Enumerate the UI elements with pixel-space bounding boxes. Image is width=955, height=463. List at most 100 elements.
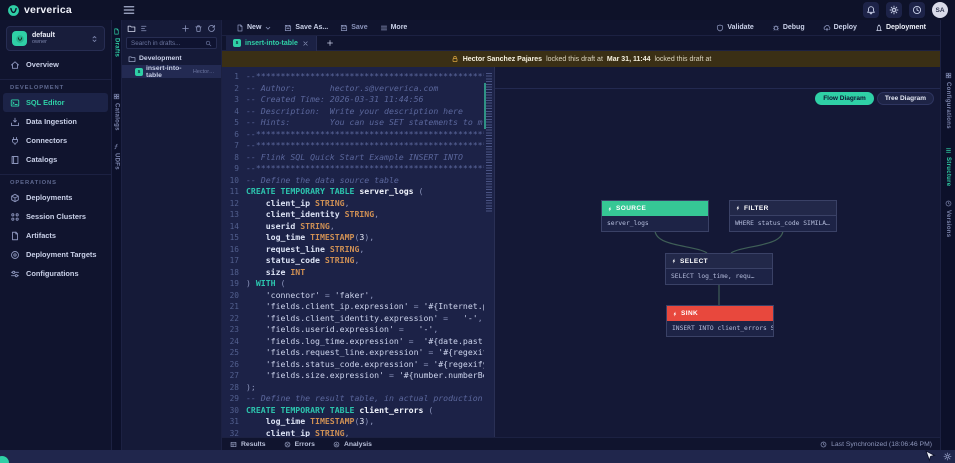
- source-node[interactable]: SOURCE server_logs: [601, 200, 709, 232]
- more-button[interactable]: More: [374, 24, 414, 32]
- statusbar-tab-results[interactable]: Results: [230, 441, 266, 448]
- line-number: 4: [234, 106, 239, 116]
- close-icon[interactable]: [302, 40, 309, 47]
- statusbar-tab-analysis[interactable]: Analysis: [333, 441, 372, 448]
- flow-diagram-button[interactable]: Flow Diagram: [815, 92, 874, 105]
- lock-icon: [451, 55, 459, 63]
- sidebar-item-label: Deployments: [26, 193, 73, 202]
- settings-gear-icon[interactable]: [943, 452, 952, 461]
- right-rail-tab-structure[interactable]: Structure: [945, 147, 952, 186]
- node-header: SELECT: [666, 254, 772, 269]
- code-line: 6 --*************************************…: [222, 129, 484, 141]
- search-icon: [205, 40, 212, 47]
- settings-button[interactable]: [886, 2, 902, 18]
- sidebar-item-label: Catalogs: [26, 155, 58, 164]
- drafts-panel: Search in drafts... Development s insert…: [122, 20, 222, 450]
- line-number: 20: [229, 290, 239, 300]
- code-text: client_ip STRING,: [246, 427, 350, 438]
- more-icon: [380, 24, 388, 32]
- left-rail-tab-udfs[interactable]: UDFs: [113, 143, 120, 170]
- new-tab-icon[interactable]: [326, 39, 334, 47]
- new-button[interactable]: New: [230, 24, 278, 32]
- tree-folder-development[interactable]: Development: [122, 52, 221, 65]
- chat-bubble[interactable]: [0, 456, 9, 463]
- sidebar-item-deployment-targets[interactable]: Deployment Targets: [3, 245, 108, 264]
- sidebar-item-connectors[interactable]: Connectors: [3, 131, 108, 150]
- sql-code-editor[interactable]: 1 --*************************************…: [222, 67, 484, 437]
- code-text: 'fields.log_time.expression' = '#{date.p…: [246, 335, 483, 346]
- sidebar-item-artifacts[interactable]: Artifacts: [3, 226, 108, 245]
- left-rail-tab-drafts[interactable]: Drafts: [113, 28, 120, 57]
- user-avatar[interactable]: SA: [932, 2, 948, 18]
- right-rail-tab-versions[interactable]: Versions: [945, 200, 952, 238]
- code-line: 7 --*************************************…: [222, 140, 484, 152]
- refresh-icon[interactable]: [207, 24, 216, 33]
- deploy-button[interactable]: Deploy: [817, 24, 863, 32]
- statusbar-tab-label: Results: [241, 440, 266, 448]
- notifications-button[interactable]: [863, 2, 879, 18]
- history-button[interactable]: [909, 2, 925, 18]
- code-line: 32 client_ip STRING,: [222, 428, 484, 438]
- bottom-strip: [0, 450, 955, 463]
- filter-node[interactable]: FILTER WHERE status_code SIMILA…: [729, 200, 837, 232]
- catalogs-icon: [10, 155, 20, 165]
- node-title: SOURCE: [616, 205, 647, 212]
- code-line: 23 'fields.userid.expression' = '-',: [222, 324, 484, 336]
- collapse-all-icon[interactable]: [140, 24, 149, 33]
- drafts-panel-header: [122, 20, 221, 36]
- drafts-tree: Development s insert-into-table Hector S…: [122, 52, 221, 79]
- debug-button[interactable]: Debug: [766, 24, 811, 32]
- right-rail-tab-configurations[interactable]: Configurations: [945, 72, 952, 129]
- new-draft-icon[interactable]: [181, 24, 190, 33]
- folder-view-icon[interactable]: [127, 24, 136, 33]
- sidebar-toggle-icon[interactable]: [122, 3, 136, 17]
- code-line: 12 client_ip STRING,: [222, 198, 484, 210]
- editor-statusbar: Results Errors Analysis Last Synchronized …: [222, 437, 940, 450]
- drafts-search-input[interactable]: Search in drafts...: [126, 37, 217, 49]
- statusbar-tab-errors[interactable]: Errors: [284, 441, 315, 448]
- tree-diagram-button[interactable]: Tree Diagram: [876, 92, 934, 105]
- sidebar: default owner Overview DEVELOPMENT SQL Edi…: [0, 20, 112, 450]
- validate-button[interactable]: Validate: [710, 24, 759, 32]
- folder-label: Development: [139, 55, 182, 62]
- deploy-icon: [823, 24, 831, 32]
- code-text: 'fields.userid.expression' = '-',: [246, 324, 439, 334]
- rail-tab-label: Configurations: [945, 82, 951, 129]
- code-line: 8 -- Flink SQL Quick Start Example INSERT…: [222, 152, 484, 164]
- workspace-selector[interactable]: default owner: [6, 26, 105, 51]
- code-text: 'fields.request_line.expression' = '#{re…: [246, 347, 484, 357]
- node-title: SINK: [681, 310, 699, 317]
- editor-minimap[interactable]: [484, 67, 494, 437]
- sidebar-item-configurations[interactable]: Configurations: [3, 264, 108, 283]
- sink-node[interactable]: SINK INSERT INTO client_errors S…: [666, 305, 774, 337]
- code-line: 17 status_code STRING,: [222, 255, 484, 267]
- bell-icon: [866, 5, 876, 15]
- tree-item-insert-into-table[interactable]: s insert-into-table Hector S...: [122, 65, 221, 79]
- deployment-button[interactable]: Deployment: [869, 24, 932, 32]
- line-number: 15: [229, 233, 239, 242]
- code-text: -- Author: hector.s@ververica.com: [246, 82, 439, 93]
- sidebar-item-data-ingestion[interactable]: Data Ingestion: [3, 112, 108, 131]
- save-button[interactable]: Save: [334, 24, 373, 32]
- errors-icon: [284, 441, 291, 448]
- sidebar-item-deployments[interactable]: Deployments: [3, 188, 108, 207]
- node-body: server_logs: [607, 220, 649, 227]
- left-rail-tab-catalogs[interactable]: Catalogs: [113, 93, 120, 131]
- save-as-button[interactable]: Save As...: [278, 24, 334, 32]
- bolt-icon: [672, 311, 678, 317]
- code-line: 3 -- Created Time: 2026-03-31 11:44:56: [222, 94, 484, 106]
- bolt-icon: [735, 205, 741, 211]
- editor-column: New Save As... Save More Validate Debug Deplo…: [222, 20, 940, 450]
- sidebar-item-overview[interactable]: Overview: [3, 55, 108, 74]
- select-node[interactable]: SELECT SELECT log_time, requ…: [665, 253, 773, 285]
- sidebar-item-catalogs[interactable]: Catalogs: [3, 150, 108, 169]
- configurations-icon: [10, 269, 20, 279]
- code-line: 28);: [222, 382, 484, 394]
- sidebar-item-session-clusters[interactable]: Session Clusters: [3, 207, 108, 226]
- save-icon: [284, 24, 292, 32]
- sql-editor-icon: [10, 98, 20, 108]
- delete-draft-icon[interactable]: [194, 24, 203, 33]
- tab-insert-into-table[interactable]: s insert-into-table: [226, 35, 317, 51]
- sidebar-item-sql-editor[interactable]: SQL Editor: [3, 93, 108, 112]
- code-line: 25 'fields.request_line.expression' = '#…: [222, 347, 484, 359]
